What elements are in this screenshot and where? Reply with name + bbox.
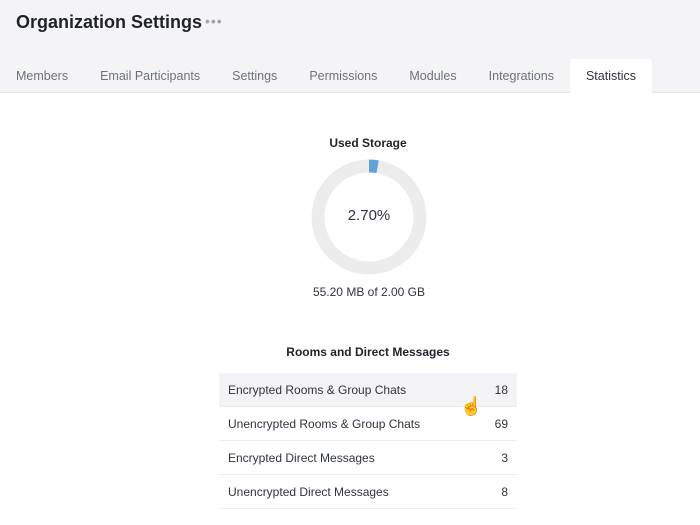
row-label: Encrypted Rooms & Group Chats [228, 382, 407, 397]
row-value: 8 [501, 484, 508, 499]
tab-email-participants[interactable]: Email Participants [84, 59, 216, 93]
page-header: Organization Settings ••• Members Email … [0, 0, 700, 93]
tab-members[interactable]: Members [0, 59, 84, 93]
row-value: 18 [494, 382, 508, 397]
tab-bar: Members Email Participants Settings Perm… [0, 59, 652, 93]
tab-integrations[interactable]: Integrations [473, 59, 570, 93]
row-value: 69 [494, 416, 508, 431]
used-storage-title: Used Storage [329, 136, 407, 150]
rooms-title: Rooms and Direct Messages [286, 345, 450, 359]
storage-detail: 55.20 MB of 2.00 GB [312, 285, 426, 299]
page-title: Organization Settings [16, 12, 203, 32]
row-label: Encrypted Direct Messages [228, 450, 375, 465]
table-row[interactable]: Encrypted Direct Messages 3 [219, 441, 517, 475]
row-label: Unencrypted Direct Messages [228, 484, 389, 499]
storage-percent: 2.70% [347, 207, 391, 224]
tab-modules[interactable]: Modules [393, 59, 472, 93]
ellipsis-icon[interactable]: ••• [205, 13, 223, 29]
tab-settings[interactable]: Settings [216, 59, 293, 93]
row-label: Unencrypted Rooms & Group Chats [228, 416, 421, 431]
row-value: 3 [501, 450, 508, 465]
tab-permissions[interactable]: Permissions [293, 59, 393, 93]
hand-cursor-icon: ☝ [460, 396, 483, 416]
tab-statistics[interactable]: Statistics [569, 59, 652, 93]
table-row[interactable]: Unencrypted Direct Messages 8 [219, 475, 517, 509]
rooms-table: Encrypted Rooms & Group Chats 18 Unencryp… [219, 373, 517, 509]
